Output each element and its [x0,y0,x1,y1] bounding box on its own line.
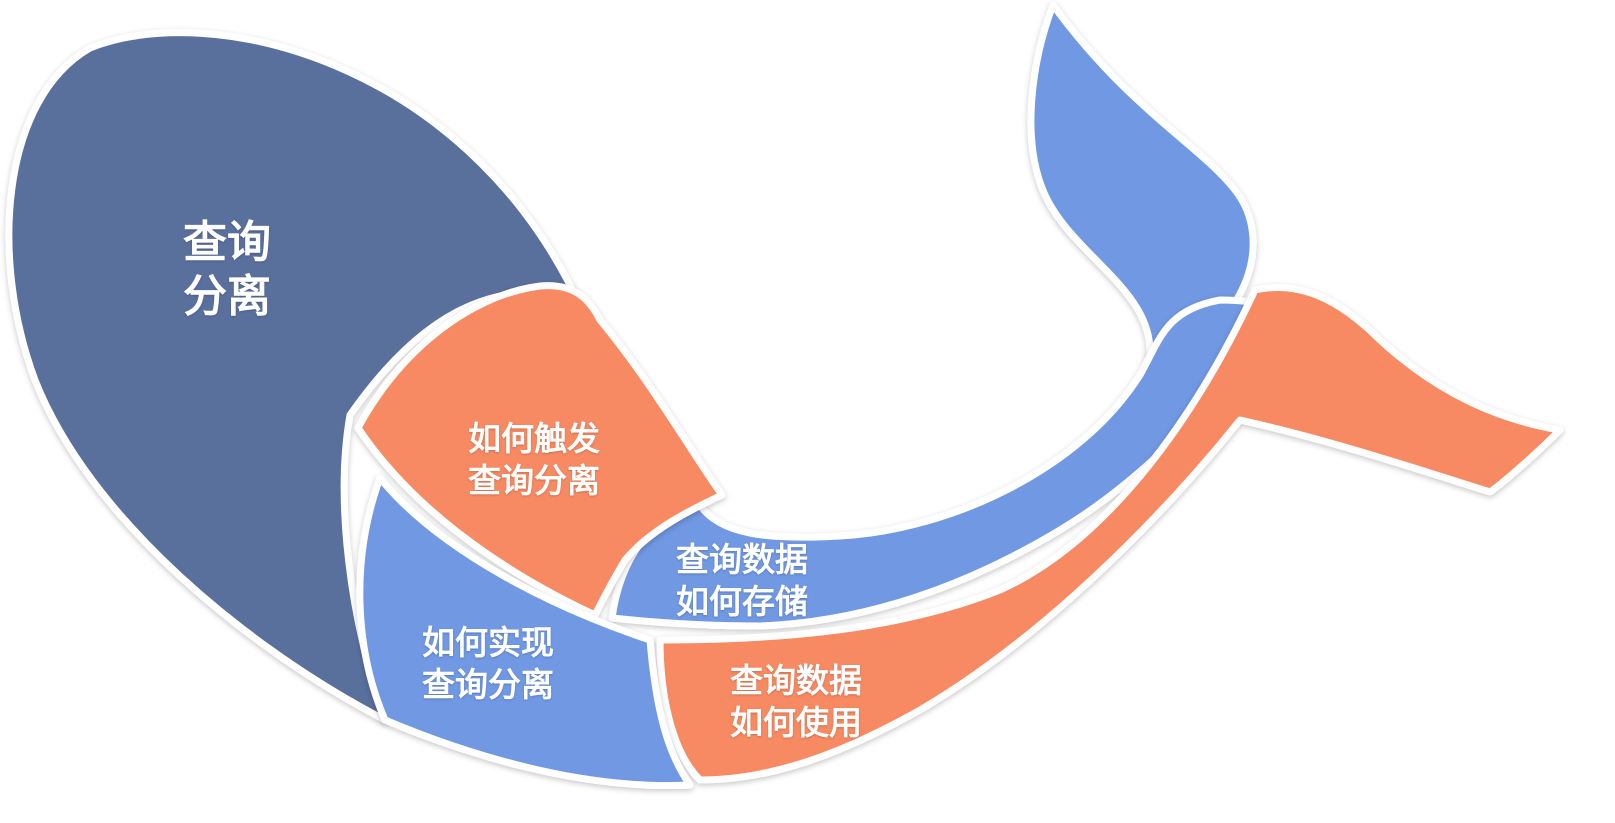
label-line: 如何使用 [730,703,862,742]
label-line: 查询分离 [422,665,554,704]
label-line: 如何存储 [676,582,808,621]
label-how-to-use: 查询数据 如何使用 [730,660,862,744]
label-how-to-implement: 如何实现 查询分离 [422,622,554,706]
label-query-separation: 查询 分离 [183,216,271,324]
label-line: 如何实现 [422,623,554,662]
label-how-to-trigger: 如何触发 查询分离 [468,418,600,502]
label-line: 查询分离 [468,461,600,500]
label-how-to-store: 查询数据 如何存储 [676,539,808,623]
label-line: 查询 [183,217,271,268]
label-line: 如何触发 [468,419,600,458]
label-line: 查询数据 [730,661,862,700]
label-line: 分离 [183,271,271,322]
label-line: 查询数据 [676,540,808,579]
